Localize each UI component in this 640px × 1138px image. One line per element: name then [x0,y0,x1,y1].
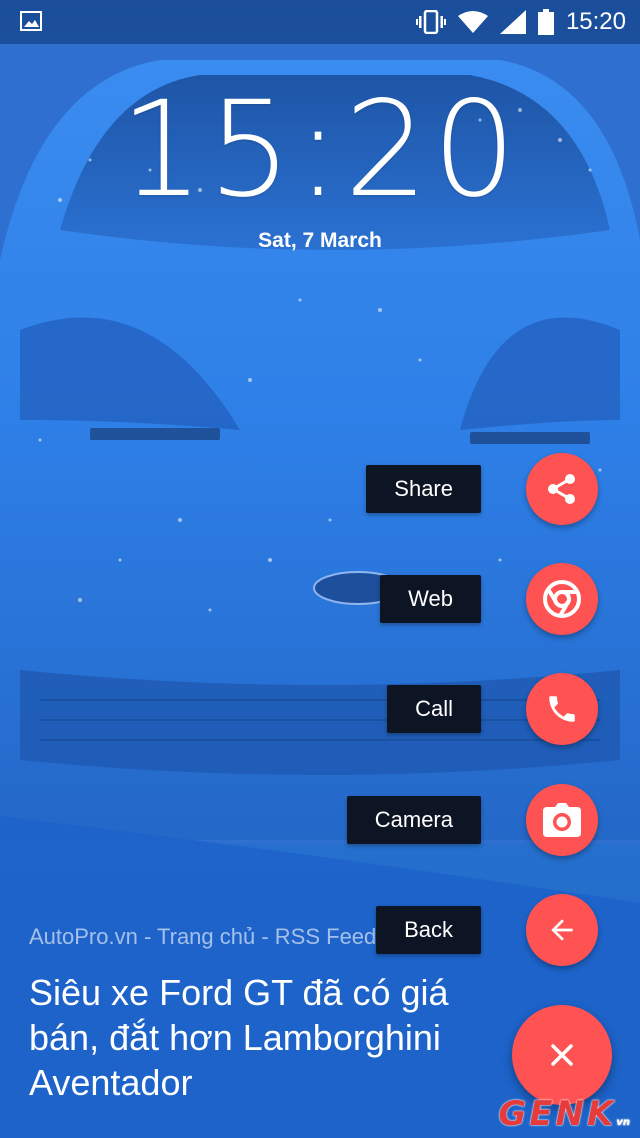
phone-icon [549,696,575,722]
lockscreen-clock: 15:20 [119,73,521,227]
web-button[interactable] [526,563,598,635]
lockscreen-date: Sat, 7 March [258,229,382,252]
status-time: 15:20 [565,8,626,35]
call-button[interactable] [526,673,598,745]
news-headline[interactable]: Siêu xe Ford GT đã có giá bán, đắt hơn L… [29,970,489,1105]
close-icon [551,1044,573,1066]
vibrate-icon [415,10,446,34]
back-label[interactable]: Back [376,906,481,954]
chrome-icon [543,580,581,618]
share-label[interactable]: Share [366,465,481,513]
camera-icon [543,803,581,837]
genk-watermark: GENKvn [498,1094,630,1134]
call-label[interactable]: Call [387,685,481,733]
camera-button[interactable] [526,784,598,856]
watermark-suffix: vn [616,1117,630,1128]
web-label[interactable]: Web [380,575,481,623]
camera-label[interactable]: Camera [346,796,481,844]
arrow-back-icon [551,919,573,941]
back-button[interactable] [526,894,598,966]
close-menu-button[interactable] [512,1005,612,1105]
share-button[interactable] [526,453,598,525]
signal-icon [499,10,526,34]
battery-icon [537,9,554,35]
lockscreen: 15:20 15:20 Sat, 7 March AutoPro.vn - Tr… [0,0,640,1138]
image-notification-icon [20,11,42,31]
wifi-icon [457,11,488,33]
status-bar: 15:20 [0,0,640,44]
news-source[interactable]: AutoPro.vn - Trang chủ - RSS Feed [29,924,376,950]
watermark-text: GENK [498,1094,617,1134]
share-icon [548,474,575,504]
